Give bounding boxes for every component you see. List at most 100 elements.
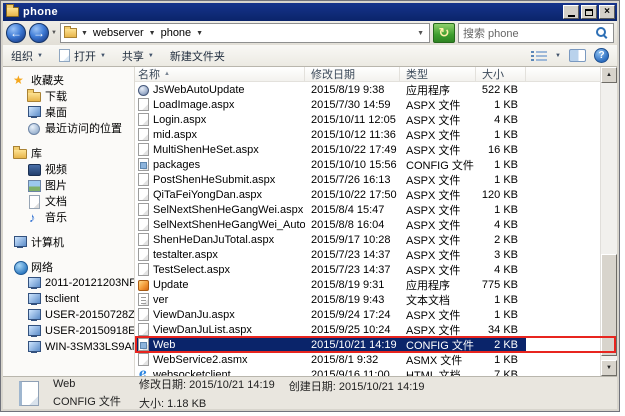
scroll-down-icon[interactable]: ▼ — [601, 360, 617, 376]
address-dropdown-icon[interactable]: ▼ — [417, 30, 426, 37]
sidebar-item[interactable]: 最近访问的位置 — [3, 120, 134, 136]
file-type-cell: 应用程序 — [400, 277, 476, 293]
computer-icon — [13, 236, 27, 249]
document-file-icon — [138, 218, 149, 231]
chevron-down-icon[interactable]: ▼ — [555, 53, 561, 59]
file-size-cell: 16 KB — [476, 144, 526, 156]
sidebar-item[interactable]: 网络 — [3, 259, 134, 275]
sidebar-item[interactable]: USER-20150918ES — [3, 323, 134, 339]
sidebar-item[interactable]: 下载 — [3, 88, 134, 104]
details-file-type: CONFIG 文件 — [53, 393, 125, 409]
table-row[interactable]: WebService2.asmx2015/8/1 9:32ASMX 文件1 KB — [135, 352, 617, 367]
table-row[interactable]: QiTaFeiYongDan.aspx2015/10/22 17:50ASPX … — [135, 187, 617, 202]
table-row[interactable]: PostShenHeSubmit.aspx2015/7/26 16:13ASPX… — [135, 172, 617, 187]
table-row[interactable]: LoadImage.aspx2015/7/30 14:59ASPX 文件1 KB — [135, 97, 617, 112]
modified-date-cell: 2015/9/16 11:00 — [305, 369, 400, 377]
sidebar-item[interactable]: 收藏夹 — [3, 72, 134, 88]
maximize-button[interactable] — [581, 5, 597, 19]
sidebar-item-label: 音乐 — [45, 209, 67, 225]
table-row[interactable]: JsWebAutoUpdate2015/8/19 9:38应用程序522 KB — [135, 82, 617, 97]
file-size-cell: 1 KB — [476, 294, 526, 306]
column-header-size[interactable]: 大小 — [476, 67, 526, 81]
breadcrumb-separator-icon: ▼ — [195, 30, 204, 37]
table-row[interactable]: Update2015/8/19 9:31应用程序775 KB — [135, 277, 617, 292]
table-row[interactable]: ViewDanJuList.aspx2015/9/25 10:24ASPX 文件… — [135, 322, 617, 337]
refresh-button[interactable]: ↻ — [433, 23, 455, 43]
new-folder-button[interactable]: 新建文件夹 — [170, 48, 225, 64]
sidebar-item[interactable]: 库 — [3, 145, 134, 161]
preview-pane-button[interactable] — [569, 49, 586, 62]
table-row[interactable]: testalter.aspx2015/7/23 14:37ASPX 文件3 KB — [135, 247, 617, 262]
sidebar-item[interactable]: USER-20150728ZU — [3, 307, 134, 323]
breadcrumb-item-phone[interactable]: phone — [160, 27, 193, 39]
table-row[interactable]: TestSelect.aspx2015/7/23 14:37ASPX 文件4 K… — [135, 262, 617, 277]
file-name-cell: testalter.aspx — [135, 248, 305, 261]
modified-date-cell: 2015/8/4 15:47 — [305, 204, 400, 216]
forward-button[interactable]: → — [29, 23, 49, 43]
sidebar-item[interactable]: 图片 — [3, 177, 134, 193]
share-button[interactable]: 共享 ▼ — [122, 48, 154, 64]
table-row[interactable]: SelNextShenHeGangWei_Auto.aspx2015/8/8 1… — [135, 217, 617, 232]
search-icon[interactable] — [595, 26, 609, 40]
network-computer-icon — [27, 293, 41, 306]
table-row[interactable]: packages2015/10/10 15:56CONFIG 文件1 KB — [135, 157, 617, 172]
sidebar-item[interactable]: 2011-20121203NF — [3, 275, 134, 291]
modified-date-cell: 2015/7/26 16:13 — [305, 174, 400, 186]
details-dates: 修改日期: 2015/10/21 14:19 大小: 1.18 KB — [139, 379, 275, 407]
file-type-cell: ASPX 文件 — [400, 187, 476, 203]
address-bar: ← → ▼ ▼ webserver ▼ phone ▼ ▼ ↻ 搜索 phone — [3, 21, 617, 45]
breadcrumb-separator-icon: ▼ — [80, 30, 89, 37]
search-input[interactable]: 搜索 phone — [458, 23, 614, 43]
table-row[interactable]: mid.aspx2015/10/12 11:36ASPX 文件1 KB — [135, 127, 617, 142]
breadcrumb[interactable]: ▼ webserver ▼ phone ▼ ▼ — [60, 23, 430, 43]
file-name: ViewDanJu.aspx — [153, 309, 235, 321]
sidebar-item[interactable]: 视频 — [3, 161, 134, 177]
column-header-modified[interactable]: 修改日期 — [305, 67, 400, 81]
table-row[interactable]: Web2015/10/21 14:19CONFIG 文件2 KB — [135, 337, 617, 352]
sidebar-item[interactable]: WIN-3SM33LS9AMO — [3, 339, 134, 355]
file-name: WebService2.asmx — [153, 354, 248, 366]
back-button[interactable]: ← — [6, 23, 26, 43]
column-header-name[interactable]: 名称 ▲ — [135, 67, 305, 81]
column-header-type[interactable]: 类型 — [400, 67, 476, 81]
scrollbar-thumb[interactable] — [601, 254, 617, 356]
table-row[interactable]: ViewDanJu.aspx2015/9/24 17:24ASPX 文件1 KB — [135, 307, 617, 322]
vertical-scrollbar[interactable]: ▲ ▼ — [600, 67, 617, 376]
help-button[interactable]: ? — [594, 48, 609, 63]
file-name-cell: ViewDanJuList.aspx — [135, 323, 305, 336]
config-file-icon — [138, 338, 149, 351]
breadcrumb-item-webserver[interactable]: webserver — [92, 27, 145, 39]
file-name: Login.aspx — [153, 114, 206, 126]
config-file-icon — [19, 381, 39, 406]
table-row[interactable]: ver2015/8/19 9:43文本文档1 KB — [135, 292, 617, 307]
open-button[interactable]: 打开 ▼ — [59, 48, 106, 64]
change-view-button[interactable] — [531, 50, 547, 62]
sidebar-item[interactable]: 桌面 — [3, 104, 134, 120]
window-title: phone — [23, 6, 561, 18]
table-row[interactable]: MultiShenHeSet.aspx2015/10/22 17:49ASPX … — [135, 142, 617, 157]
table-row[interactable]: SelNextShenHeGangWei.aspx2015/8/4 15:47A… — [135, 202, 617, 217]
table-row[interactable]: websocketclient2015/9/16 11:00HTML 文档7 K… — [135, 367, 617, 376]
sidebar-item[interactable]: 文档 — [3, 193, 134, 209]
sidebar-item[interactable]: 计算机 — [3, 234, 134, 250]
close-button[interactable]: × — [599, 5, 615, 19]
scroll-up-icon[interactable]: ▲ — [601, 67, 617, 83]
table-row[interactable]: ShenHeDanJuTotal.aspx2015/9/17 10:28ASPX… — [135, 232, 617, 247]
history-dropdown-icon[interactable]: ▼ — [51, 30, 57, 36]
file-type-cell: 文本文档 — [400, 292, 476, 308]
file-size-cell: 775 KB — [476, 279, 526, 291]
organize-button[interactable]: 组织 ▼ — [11, 48, 43, 64]
file-name-cell: JsWebAutoUpdate — [135, 84, 305, 96]
file-name-cell: PostShenHeSubmit.aspx — [135, 173, 305, 186]
file-name: websocketclient — [153, 369, 231, 377]
file-size-cell: 2 KB — [476, 339, 526, 351]
file-type-cell: ASPX 文件 — [400, 307, 476, 323]
table-row[interactable]: Login.aspx2015/10/11 12:05ASPX 文件4 KB — [135, 112, 617, 127]
sidebar-item[interactable]: tsclient — [3, 291, 134, 307]
sidebar-item[interactable]: 音乐 — [3, 209, 134, 225]
sidebar-item-label: 计算机 — [31, 234, 64, 250]
pictures-icon — [27, 179, 41, 192]
file-name: QiTaFeiYongDan.aspx — [153, 189, 262, 201]
minimize-button[interactable] — [563, 5, 579, 19]
file-type-cell: ASPX 文件 — [400, 142, 476, 158]
